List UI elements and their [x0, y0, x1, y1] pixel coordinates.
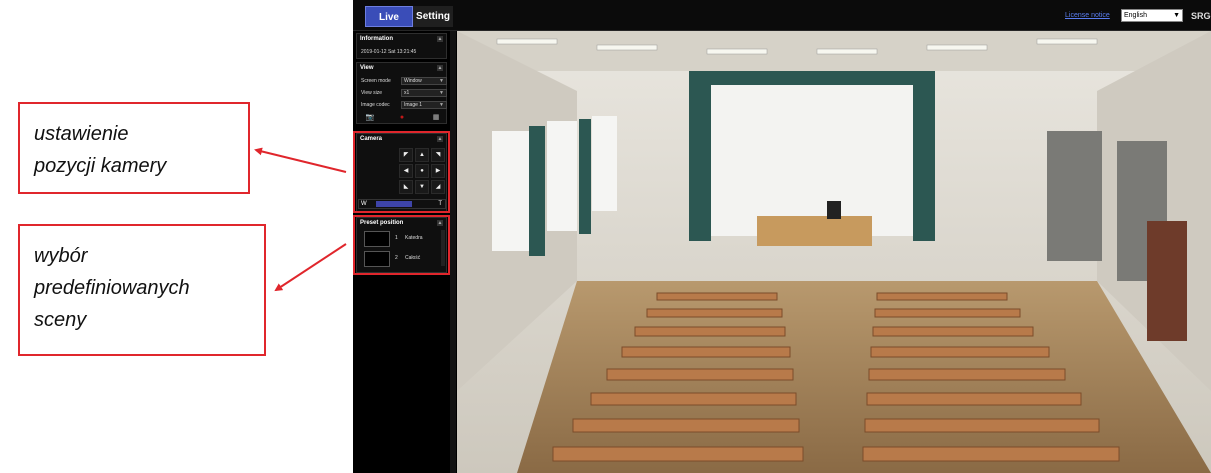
- model-name: SRG-X400: [1191, 11, 1211, 21]
- arrow-preset: [274, 243, 347, 292]
- chevron-down-icon: ▼: [439, 102, 444, 108]
- tab-setting[interactable]: Setting: [413, 6, 453, 27]
- panel-title: View: [360, 65, 374, 71]
- chevron-down-icon: ▼: [1173, 12, 1180, 19]
- date-time: 2019-01-12 Sat 13:21:45: [361, 49, 417, 55]
- image-codec-select[interactable]: Image 1 ▼: [401, 101, 447, 109]
- panel-title: Information: [360, 36, 393, 42]
- callout-camera-position: ustawienie pozycji kamery: [18, 102, 250, 194]
- language-select[interactable]: English ▼: [1121, 9, 1183, 22]
- preset-highlight-box: [353, 215, 450, 275]
- arrow-camera: [254, 147, 347, 173]
- select-value: Window: [404, 78, 422, 84]
- image-codec-label: Image codec: [361, 102, 390, 108]
- select-value: x1: [404, 90, 410, 96]
- information-panel: Information ▲ 2019-01-12 Sat 13:21:45: [356, 33, 447, 59]
- callout-text: pozycji kamery: [34, 155, 167, 177]
- lecture-hall-image: [457, 31, 1211, 473]
- license-notice-link[interactable]: License notice: [1065, 12, 1110, 19]
- callout-preset-selection: wybór predefiniowanych sceny: [18, 224, 266, 356]
- camera-highlight-box: [353, 131, 450, 213]
- callout-text: sceny: [34, 309, 87, 331]
- view-panel: View ▲ Screen mode Window ▼ View size x1 ▼…: [356, 62, 447, 124]
- tab-live[interactable]: Live: [365, 6, 413, 27]
- callout-text: ustawienie: [34, 123, 129, 145]
- screen-mode-select[interactable]: Window ▼: [401, 77, 447, 85]
- fullscreen-icon[interactable]: ▦: [431, 113, 441, 122]
- chevron-down-icon: ▼: [439, 90, 444, 96]
- panel-splitter[interactable]: [450, 31, 456, 473]
- view-size-label: View size: [361, 90, 383, 96]
- chevron-down-icon: ▼: [439, 78, 444, 84]
- collapse-icon[interactable]: ▲: [437, 65, 443, 71]
- camera-icon[interactable]: 📷: [365, 113, 375, 122]
- callout-text: predefiniowanych: [34, 277, 190, 299]
- live-video: [457, 31, 1211, 473]
- callout-text: wybór: [34, 245, 88, 267]
- view-size-select[interactable]: x1 ▼: [401, 89, 447, 97]
- select-value: Image 1: [404, 102, 423, 108]
- sidebar: Information ▲ 2019-01-12 Sat 13:21:45 Vi…: [353, 31, 450, 473]
- screen-mode-label: Screen mode: [361, 78, 391, 84]
- language-value: English: [1124, 12, 1147, 19]
- top-bar: Live Setting License notice English ▼ SR…: [353, 0, 1211, 31]
- camera-web-app: Live Setting License notice English ▼ SR…: [353, 0, 1211, 473]
- collapse-icon[interactable]: ▲: [437, 36, 443, 42]
- record-icon[interactable]: ●: [397, 113, 407, 122]
